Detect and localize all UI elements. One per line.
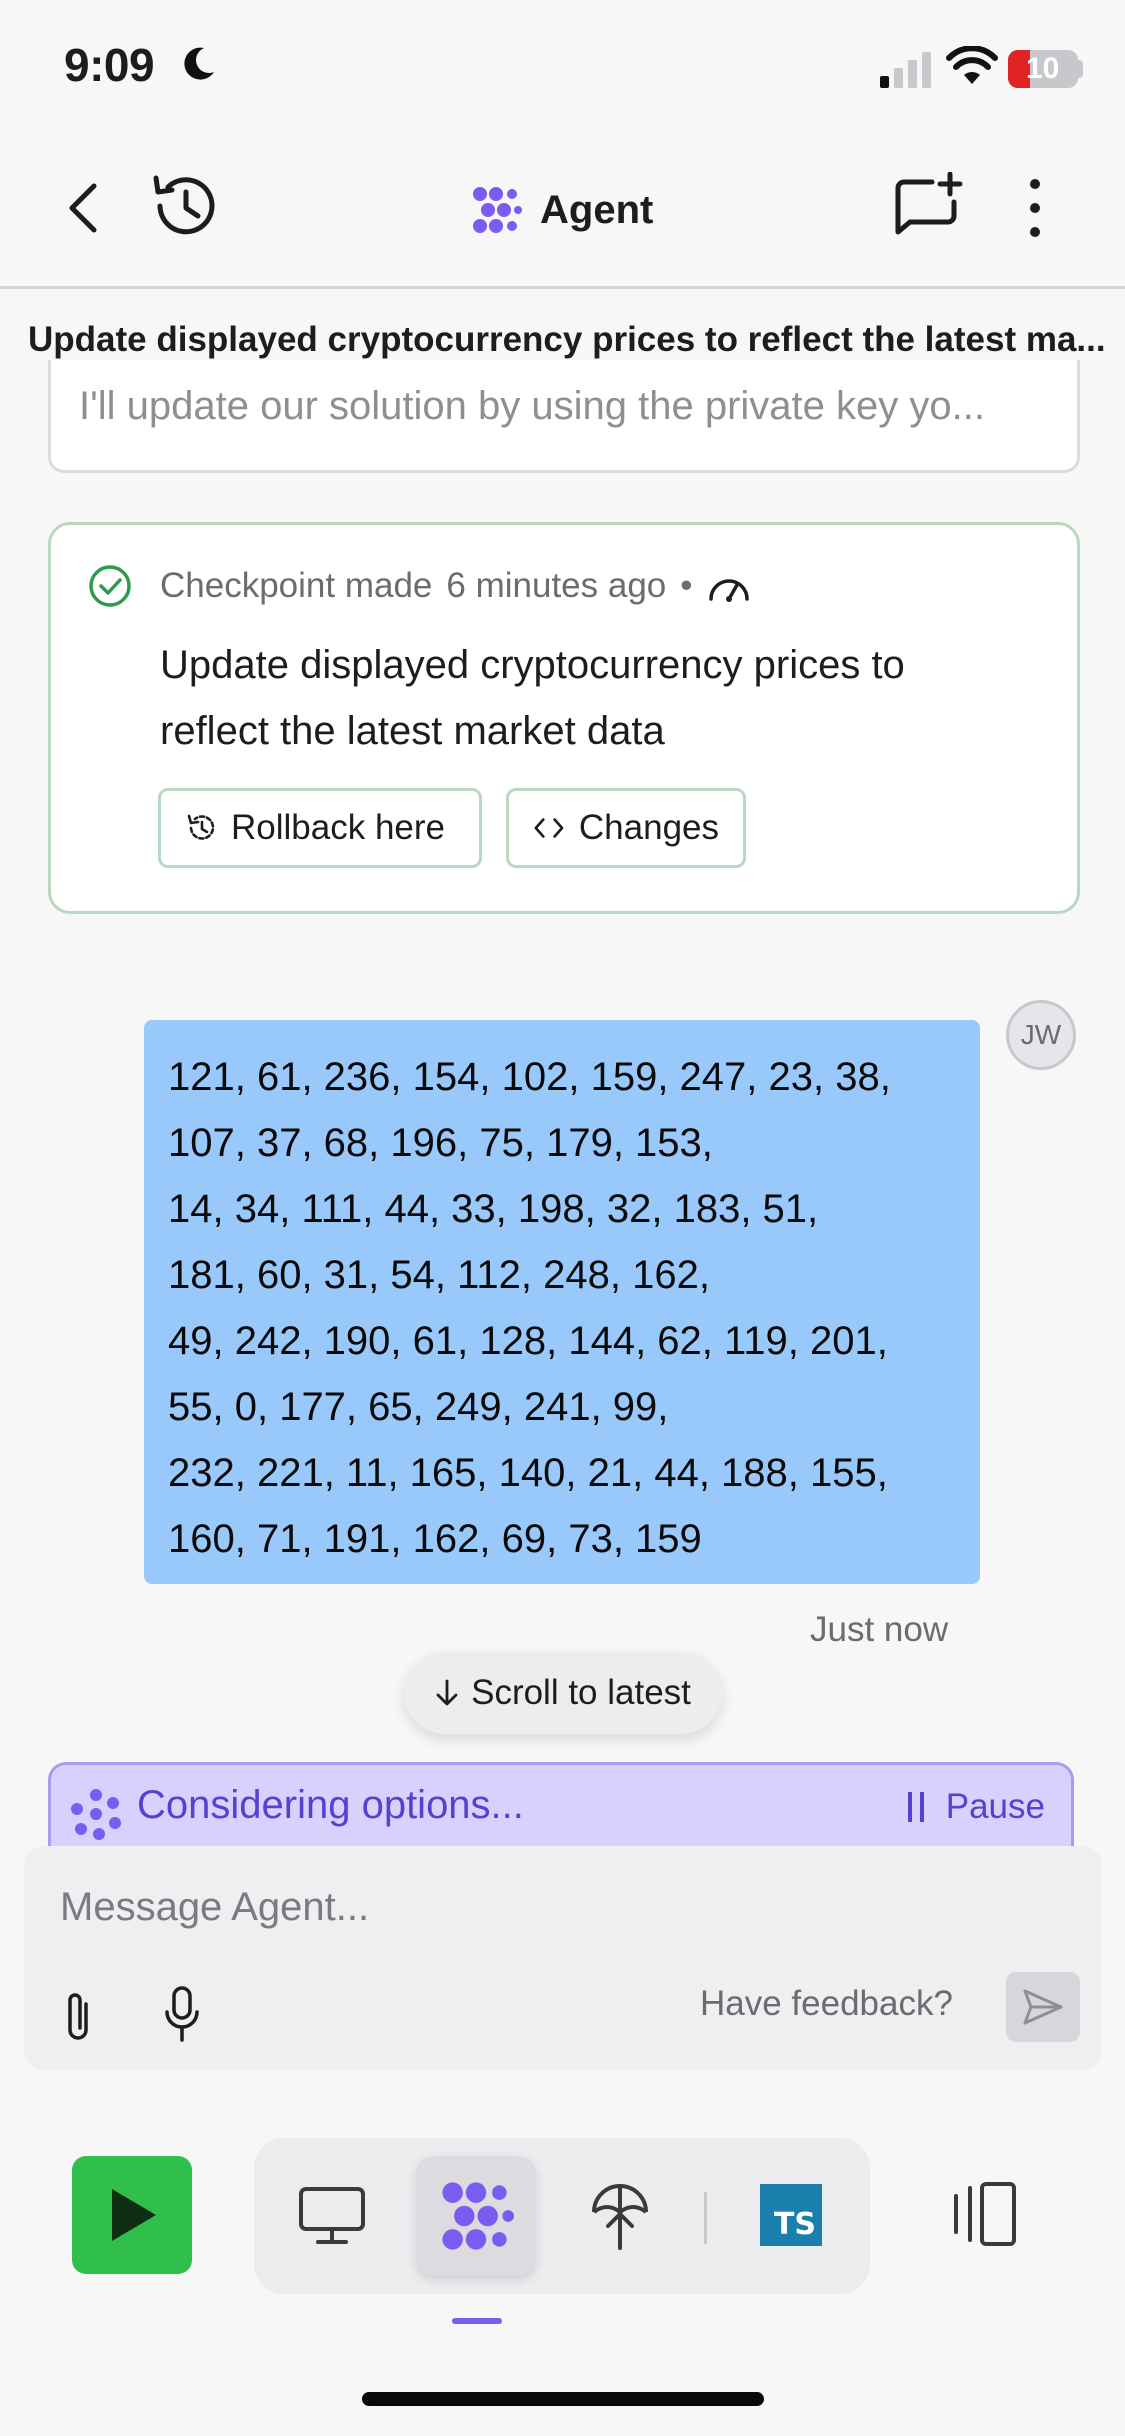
avatar: JW [1006, 1000, 1076, 1070]
checkpoint-meta: Checkpoint made 6 minutes ago • [160, 566, 751, 606]
pause-label: Pause [945, 1787, 1045, 1826]
active-tab-indicator [452, 2318, 502, 2324]
back-chevron-icon[interactable] [62, 180, 106, 236]
header-title-text: Agent [540, 187, 654, 232]
checkpoint-separator: • [680, 566, 693, 605]
typescript-label: TS [773, 2207, 816, 2242]
battery-tip [1078, 60, 1083, 78]
previous-message-card: I'll update our solution by using the pr… [48, 360, 1080, 473]
previous-message-text: I'll update our solution by using the pr… [79, 384, 985, 428]
header-divider [0, 286, 1125, 289]
more-options-icon[interactable] [1020, 176, 1050, 240]
deploy-icon [592, 2184, 648, 2250]
cellular-signal-icon [880, 52, 931, 88]
rollback-label: Rollback here [231, 808, 445, 847]
checkpoint-time: 6 minutes ago [446, 566, 667, 605]
pause-button[interactable]: Pause [907, 1787, 1045, 1827]
tab-webview[interactable] [272, 2156, 392, 2276]
wifi-icon [946, 46, 998, 84]
run-button[interactable] [72, 2156, 192, 2274]
changes-label: Changes [578, 808, 719, 847]
monitor-icon [299, 2187, 365, 2244]
send-button[interactable] [1006, 1972, 1080, 2042]
microphone-icon[interactable] [162, 1984, 202, 2044]
rollback-icon [187, 814, 215, 840]
home-indicator [362, 2392, 764, 2406]
user-message-bubble: 121, 61, 236, 154, 102, 159, 247, 23, 38… [144, 1020, 980, 1584]
tab-agent[interactable] [416, 2156, 536, 2276]
checkmark-circle-icon [89, 565, 131, 607]
agent-icon [442, 2182, 514, 2250]
user-message-text: 121, 61, 236, 154, 102, 159, 247, 23, 38… [168, 1055, 891, 1561]
thread-title: Update displayed cryptocurrency prices t… [28, 320, 1106, 359]
tab-deploy[interactable] [560, 2156, 680, 2276]
message-input[interactable] [58, 1876, 962, 1938]
new-chat-icon[interactable] [892, 172, 964, 244]
message-timestamp: Just now [810, 1610, 949, 1649]
pause-icon [907, 1792, 928, 1822]
checkpoint-meta-prefix: Checkpoint made [160, 566, 433, 605]
toolbar-divider [704, 2192, 707, 2244]
header-title: Agent [470, 180, 653, 240]
battery-icon: 10 [1008, 50, 1078, 88]
agent-status-label: Considering options... [137, 1783, 524, 1827]
arrow-down-icon [436, 1679, 458, 1706]
feedback-link[interactable]: Have feedback? [700, 1984, 953, 2024]
paperclip-icon[interactable] [58, 1988, 98, 2044]
agent-thinking-icon [71, 1789, 121, 1840]
agent-logo-icon [473, 187, 522, 233]
checkpoint-description: Update displayed cryptocurrency prices t… [160, 643, 905, 753]
agent-status-bar: Considering options... Pause [48, 1762, 1074, 1858]
panels-icon[interactable] [950, 2180, 1030, 2248]
rollback-button[interactable]: Rollback here [158, 788, 482, 868]
battery-level: 10 [1026, 52, 1060, 85]
typescript-file-tab[interactable]: TS [760, 2184, 822, 2246]
moon-icon [184, 47, 214, 80]
send-icon [1023, 1989, 1063, 2025]
gauge-icon[interactable] [707, 569, 751, 603]
history-icon[interactable] [146, 168, 222, 244]
scroll-to-latest-button[interactable]: Scroll to latest [404, 1652, 722, 1734]
status-time: 9:09 [64, 39, 155, 91]
scroll-to-latest-label: Scroll to latest [471, 1673, 691, 1712]
code-icon [534, 818, 564, 838]
changes-button[interactable]: Changes [506, 788, 746, 868]
play-icon [112, 2189, 156, 2241]
